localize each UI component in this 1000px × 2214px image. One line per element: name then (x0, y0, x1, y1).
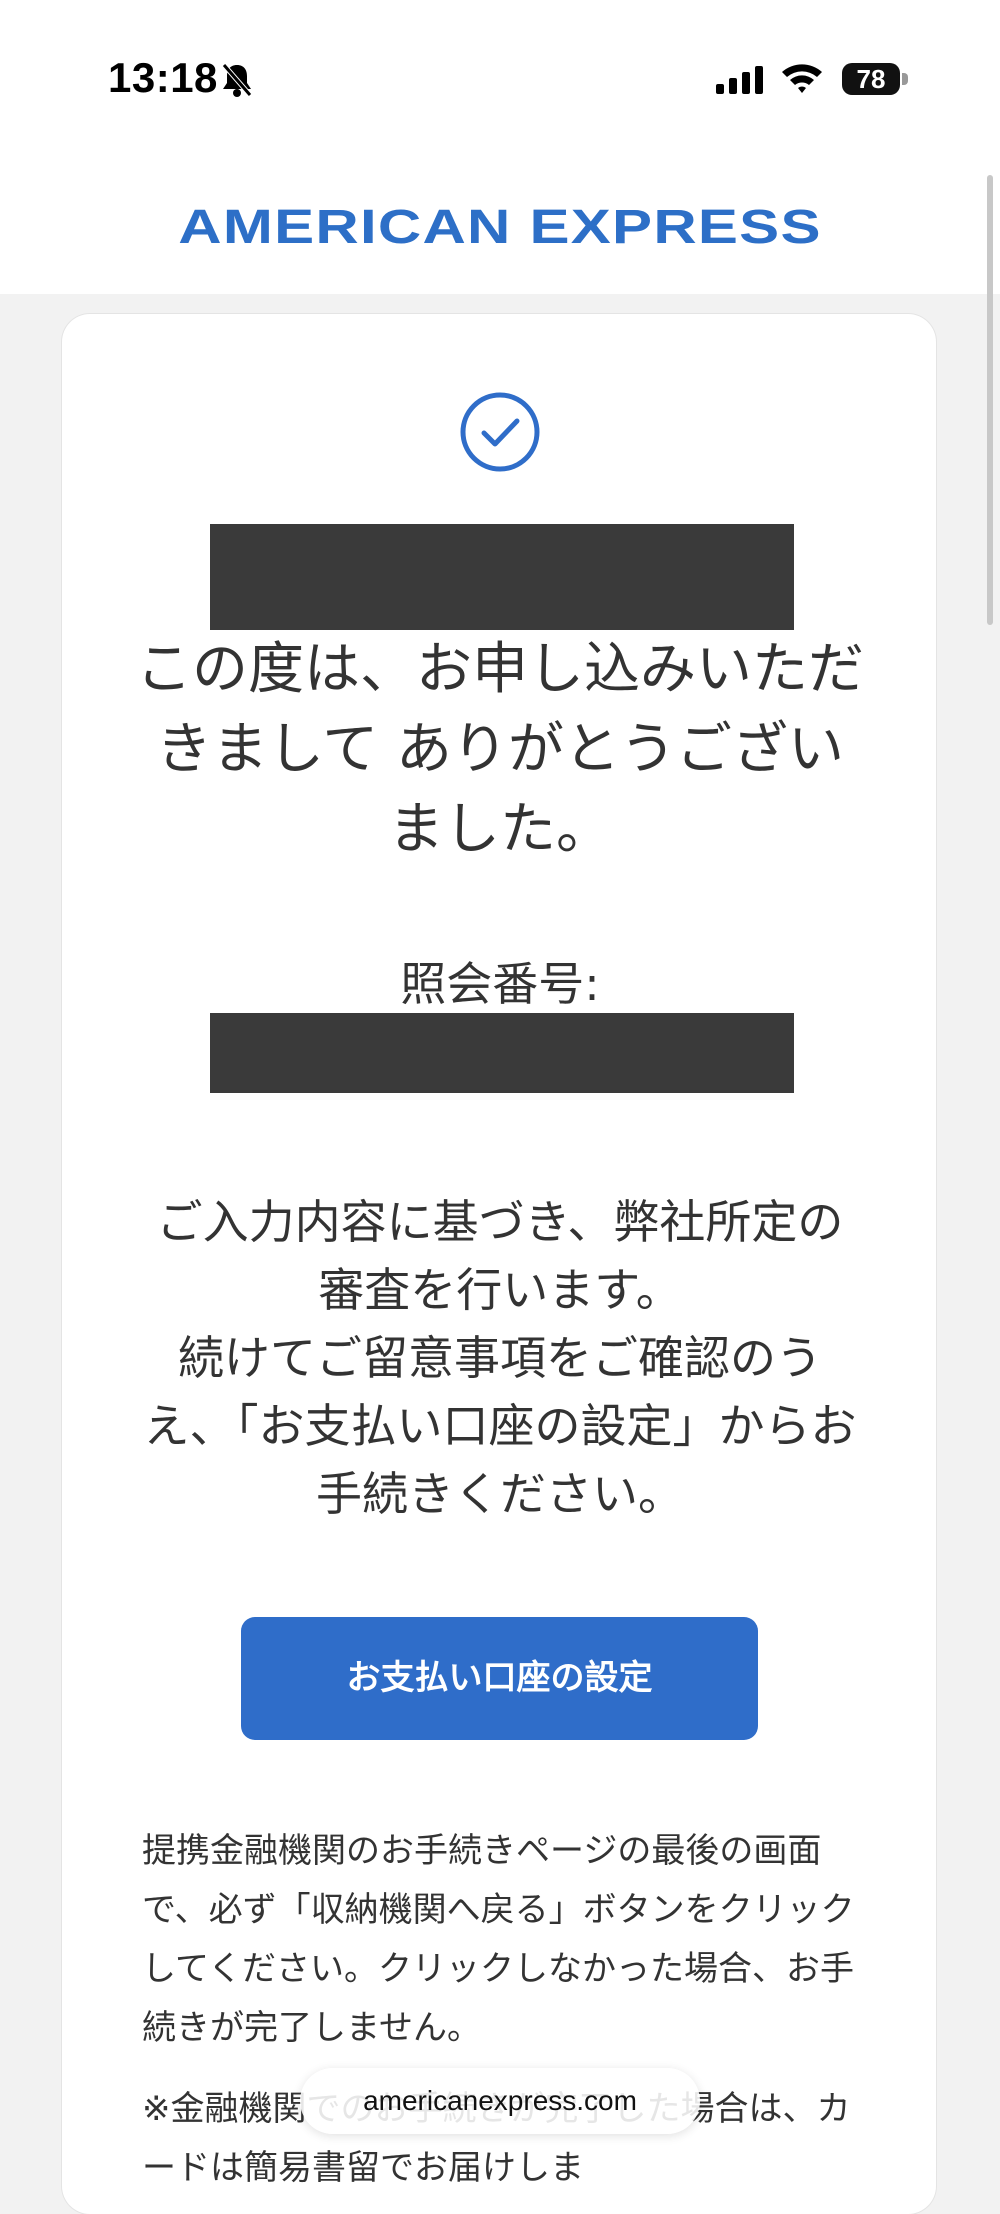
brand-logo[interactable]: AMERICAN EXPRESS (0, 200, 1000, 255)
redacted-reference-number (210, 1013, 794, 1093)
thank-you-message: この度は、お申し込みいただきまして ありがとうございました。 (136, 637, 864, 862)
reference-number-label: 照会番号: (400, 957, 600, 1011)
signal-icon (716, 66, 764, 98)
wifi-icon (780, 60, 824, 98)
check-circle-icon (460, 392, 540, 472)
battery-cap (902, 73, 908, 85)
site-header: AMERICAN EXPRESS (0, 160, 1000, 294)
payment-account-setup-button[interactable]: お支払い口座の設定 (241, 1617, 758, 1740)
scrollbar[interactable] (987, 175, 993, 625)
instructions-line: ご入力内容に基づき、弊社所定の審査を行います。 続けてご留意事項をご確認のうえ、… (143, 1195, 857, 1521)
bank-return-note: 提携金融機関のお手続きページの最後の画面で、必ず「収納機関へ戻る」ボタンをクリッ… (142, 1831, 855, 2048)
status-bar: 13:18 78 (0, 0, 1000, 160)
bell-slash-icon (220, 62, 254, 102)
redacted-block (210, 524, 794, 630)
instructions-text: ご入力内容に基づき、弊社所定の審査を行います。 続けてご留意事項をご確認のうえ、… (140, 1188, 860, 1528)
status-time: 13:18 (108, 54, 218, 101)
battery-icon: 78 (842, 63, 900, 95)
browser-url-bar[interactable]: americanexpress.com (300, 2068, 700, 2134)
